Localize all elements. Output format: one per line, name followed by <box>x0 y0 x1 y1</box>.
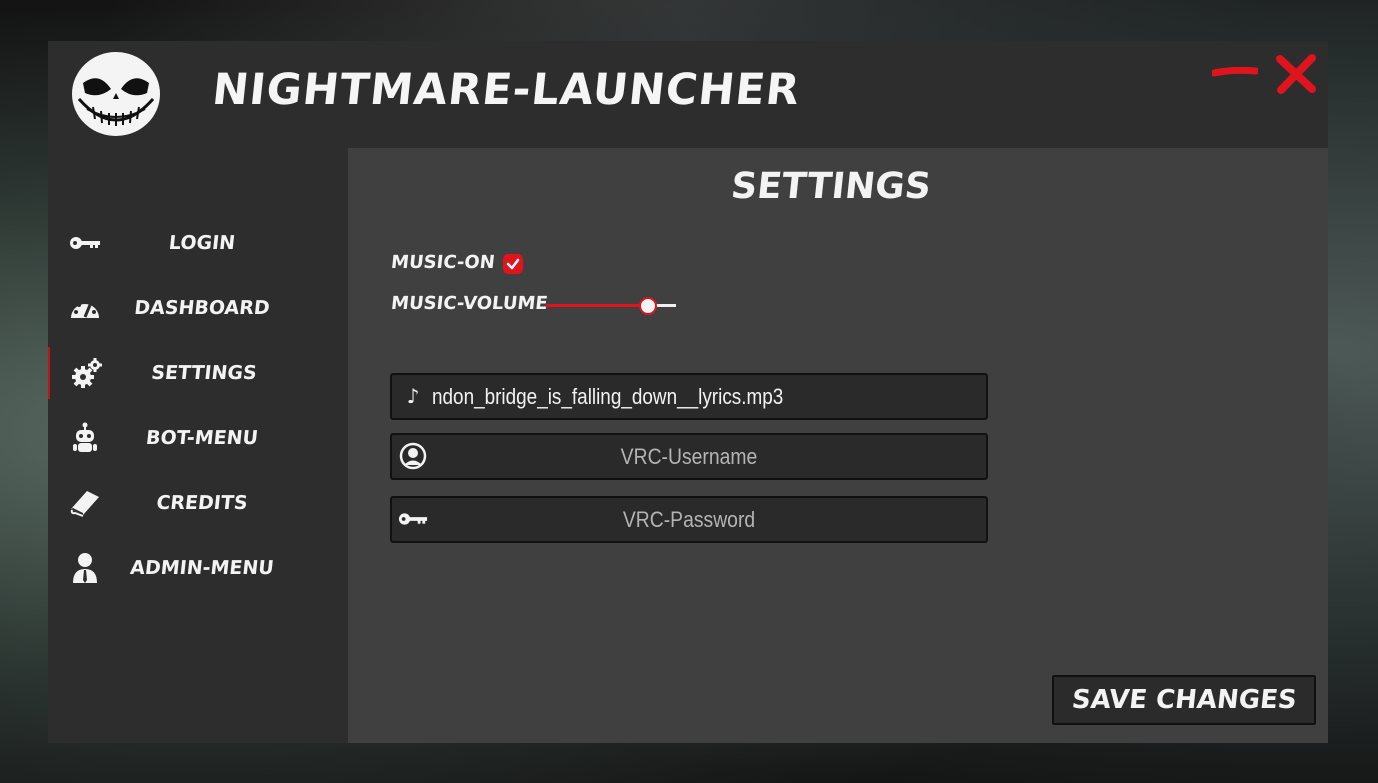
sidebar-item-admin-menu[interactable]: ADMIN-MENU <box>48 542 348 594</box>
gears-icon <box>70 356 104 390</box>
username-field[interactable]: VRC-Username <box>390 433 988 480</box>
music-on-label: MUSIC-ON <box>390 252 496 273</box>
sidebar-item-credits[interactable]: CREDITS <box>48 477 348 529</box>
sidebar-item-label: CREDITS <box>155 492 249 514</box>
gauge-icon <box>68 291 102 325</box>
music-on-checkbox[interactable] <box>503 254 523 274</box>
page-title: SETTINGS <box>729 166 933 207</box>
sidebar-item-label: LOGIN <box>167 232 237 254</box>
music-volume-label: MUSIC-VOLUME <box>390 293 549 314</box>
slider-track <box>654 304 676 307</box>
sidebar: LOGIN DASHBOARD SETTINGS BOT-MENU CREDIT… <box>48 148 348 743</box>
slider-thumb[interactable] <box>639 297 657 315</box>
app-title: NIGHTMARE-LAUNCHER <box>210 65 803 115</box>
skull-logo-icon <box>70 50 162 138</box>
minimize-icon[interactable] <box>1212 65 1258 79</box>
password-field[interactable]: VRC-Password <box>390 496 988 543</box>
save-changes-label: SAVE CHANGES <box>1070 685 1298 715</box>
sidebar-item-settings[interactable]: SETTINGS <box>48 347 350 399</box>
slider-fill <box>546 304 648 307</box>
book-icon <box>68 486 102 520</box>
music-volume-slider[interactable] <box>546 295 678 315</box>
music-note-icon: ♪ <box>406 384 420 408</box>
check-icon <box>506 258 520 270</box>
sidebar-item-label: BOT-MENU <box>144 427 260 449</box>
title-bar[interactable]: NIGHTMARE-LAUNCHER <box>48 41 1328 148</box>
password-placeholder: VRC-Password <box>622 507 756 532</box>
music-file-field[interactable]: ♪ ndon_bridge_is_falling_down__lyrics.mp… <box>390 373 988 420</box>
sidebar-item-bot-menu[interactable]: BOT-MENU <box>48 412 348 464</box>
user-tie-icon <box>68 551 102 585</box>
save-changes-button[interactable]: SAVE CHANGES <box>1052 675 1316 725</box>
robot-icon <box>68 421 102 455</box>
sidebar-item-dashboard[interactable]: DASHBOARD <box>48 282 348 334</box>
close-icon[interactable] <box>1274 53 1318 95</box>
key-icon <box>398 504 428 534</box>
music-file-value: ndon_bridge_is_falling_down__lyrics.mp3 <box>432 384 784 409</box>
sidebar-item-label: ADMIN-MENU <box>129 557 275 579</box>
user-circle-icon <box>398 441 428 471</box>
sidebar-item-label: DASHBOARD <box>133 297 271 319</box>
sidebar-item-label: SETTINGS <box>150 362 258 384</box>
username-placeholder: VRC-Username <box>620 444 758 469</box>
sidebar-item-login[interactable]: LOGIN <box>48 217 348 269</box>
key-icon <box>68 226 102 260</box>
settings-panel: SETTINGS MUSIC-ON MUSIC-VOLUME ♪ ndon_br… <box>348 148 1328 743</box>
launcher-window: NIGHTMARE-LAUNCHER LOGIN DASHBOARD SETTI… <box>48 41 1328 743</box>
